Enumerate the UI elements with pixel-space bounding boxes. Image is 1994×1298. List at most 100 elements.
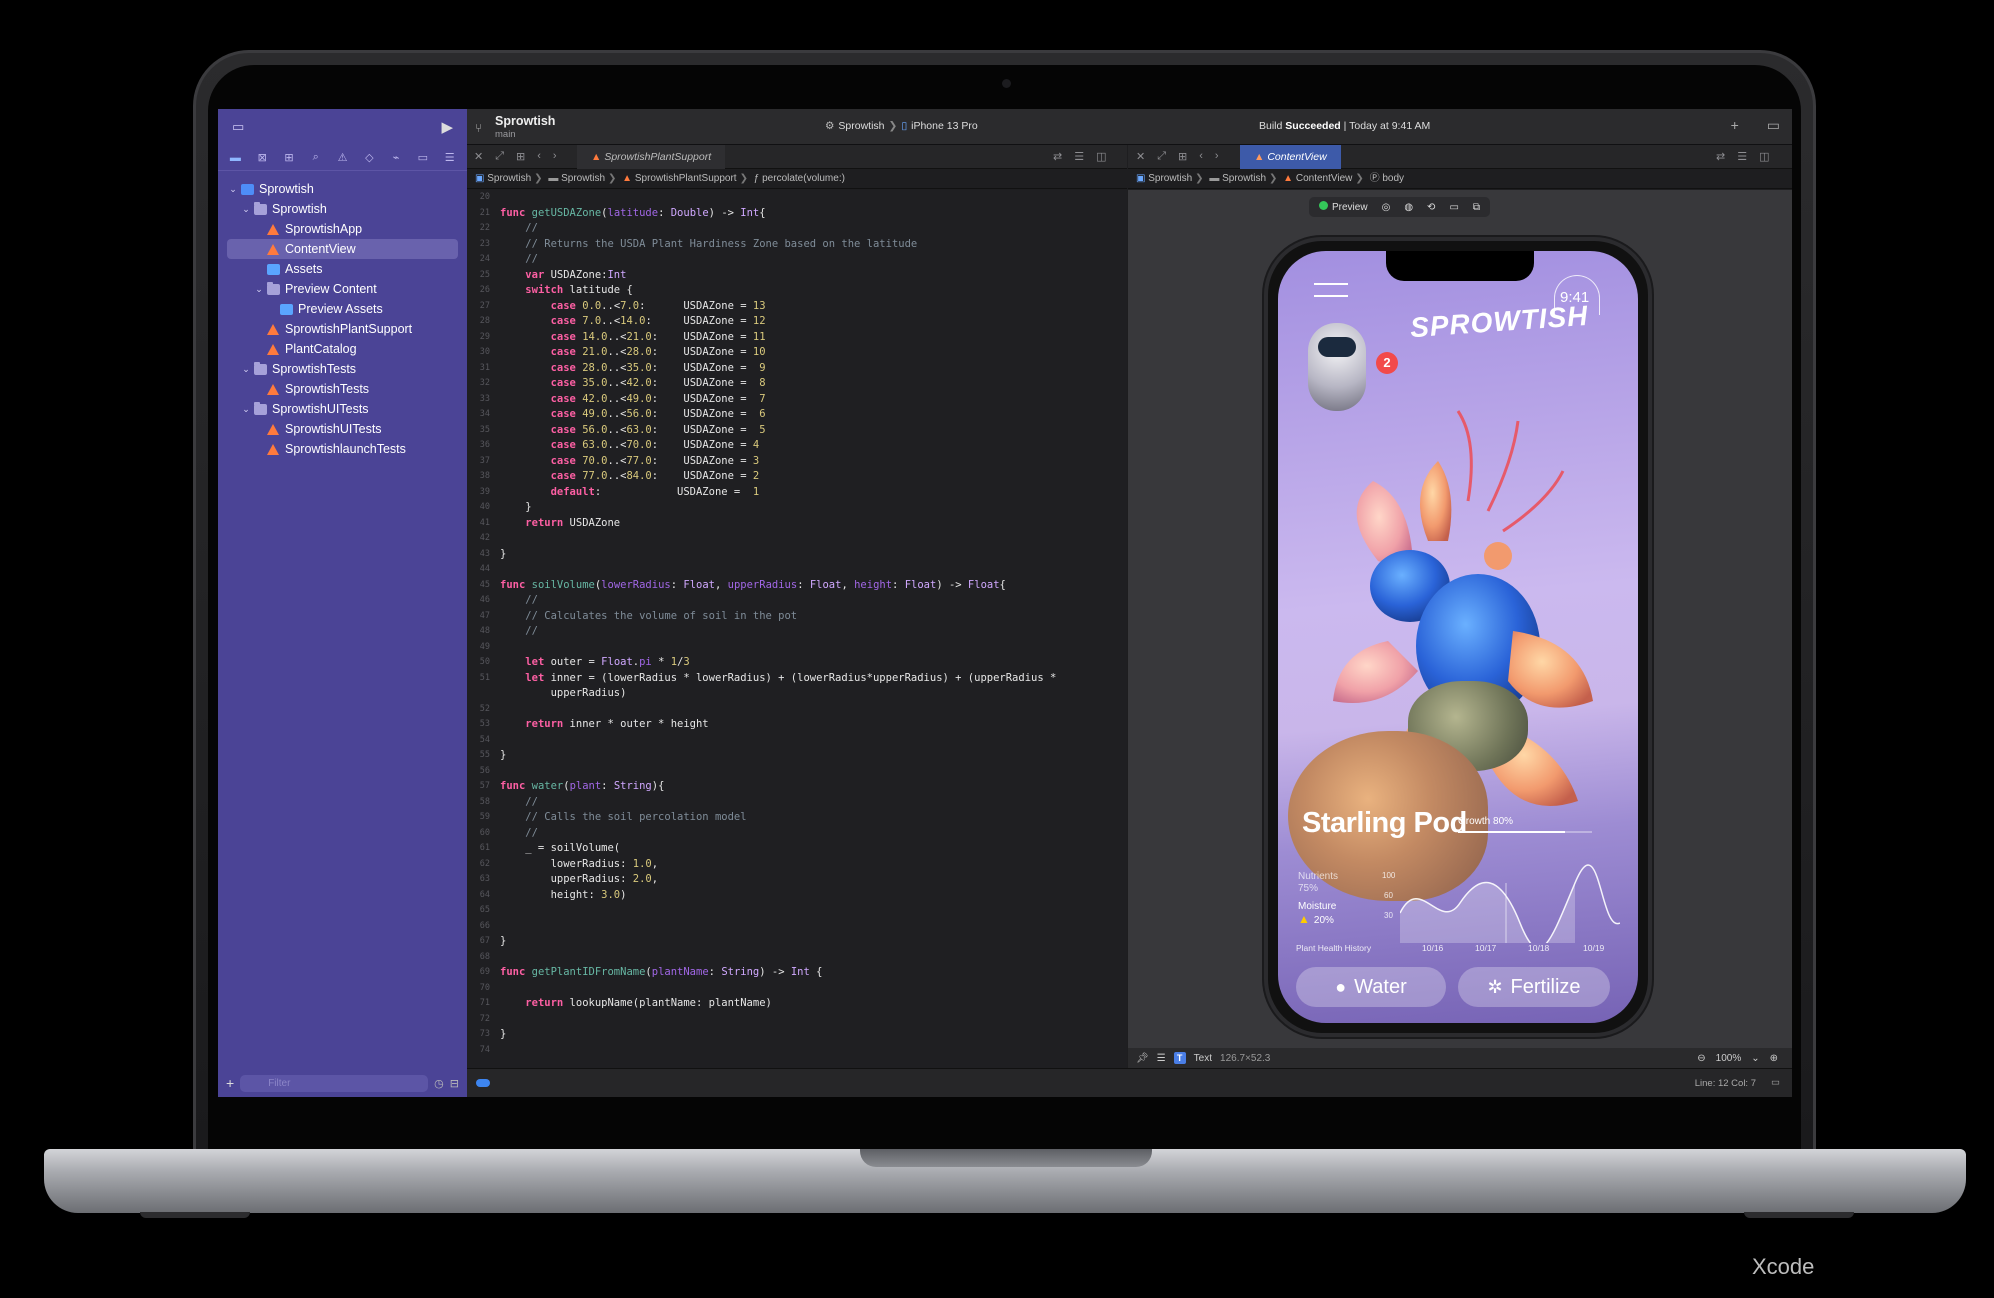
sidebar-item-contentview[interactable]: ContentView [227, 239, 458, 259]
debug-area-icon[interactable]: ▭ [1771, 1077, 1780, 1088]
split-icon[interactable]: ◫ [1096, 150, 1106, 163]
zoom-in-icon[interactable]: ⊕ [1770, 1053, 1778, 1064]
code-line[interactable]: 53 return inner * outer * height [467, 717, 1127, 733]
code-line[interactable]: 56 [467, 764, 1127, 780]
code-jumpbar[interactable]: ▣ Sprowtish ❯ ▬ Sprowtish ❯ ▲ SprowtishPla… [467, 169, 1127, 189]
sidebar-item-plantcatalog[interactable]: PlantCatalog [218, 339, 467, 359]
chevron-down-icon[interactable]: ⌄ [1751, 1053, 1759, 1064]
code-line[interactable]: 25 var USDAZone:Int [467, 268, 1127, 284]
expand-icon[interactable]: ⤢ [495, 150, 504, 163]
code-line[interactable]: 61 _ = soilVolume( [467, 841, 1127, 857]
chevron-down-icon[interactable]: ⌄ [241, 199, 251, 219]
code-line[interactable]: 39 default: USDAZone = 1 [467, 485, 1127, 501]
jump-project[interactable]: Sprowtish [487, 173, 531, 184]
project-title[interactable]: Sprowtish [495, 114, 555, 128]
pin-icon[interactable]: 📌︎ [1136, 1053, 1149, 1064]
variants-icon[interactable]: ◍ [1404, 202, 1413, 213]
code-line[interactable]: 35 case 56.0..<63.0: USDAZone = 5 [467, 423, 1127, 439]
code-line[interactable]: 44 [467, 562, 1127, 578]
jump-folder[interactable]: Sprowtish [1222, 173, 1266, 184]
fertilize-button[interactable]: ✲ Fertilize [1458, 967, 1610, 1007]
hierarchy-icon[interactable]: ☰ [1157, 1053, 1166, 1064]
code-line[interactable]: 43} [467, 547, 1127, 563]
code-line[interactable]: 66 [467, 919, 1127, 935]
code-line[interactable]: 20 [467, 190, 1127, 206]
code-line[interactable]: 58 // [467, 795, 1127, 811]
sidebar-item-sprowtishlaunchtests[interactable]: SprowtishlaunchTests [218, 439, 467, 459]
code-line[interactable]: 21 func getUSDAZone(latitude: Double) -> … [467, 206, 1127, 222]
report-icon[interactable]: ☰ [441, 151, 458, 165]
sidebar-item-sprowtish[interactable]: ⌄ Sprowtish [218, 179, 467, 199]
sidebar-item-sprowtishuitests[interactable]: ⌄ SprowtishUITests [218, 399, 467, 419]
filter-input[interactable]: Filter [240, 1074, 429, 1092]
code-line[interactable]: 40 } [467, 500, 1127, 516]
jump-symbol[interactable]: body [1382, 173, 1404, 184]
code-line[interactable]: 33 case 42.0..<49.0: USDAZone = 7 [467, 392, 1127, 408]
sidebar-item-sprowtish[interactable]: ⌄ Sprowtish [218, 199, 467, 219]
jump-project[interactable]: Sprowtish [1148, 173, 1192, 184]
menu-icon[interactable] [1314, 283, 1348, 297]
code-line[interactable]: 49 [467, 640, 1127, 656]
forward-icon[interactable]: › [553, 150, 557, 163]
device-settings-icon[interactable]: ▭ [1449, 202, 1458, 213]
code-line[interactable]: 74 [467, 1043, 1127, 1059]
code-line[interactable]: 24 // [467, 252, 1127, 268]
chevron-down-icon[interactable]: ⌄ [254, 279, 264, 299]
sidebar-item-assets[interactable]: Assets [218, 259, 467, 279]
tab-contentview[interactable]: ▲ ContentView [1240, 145, 1341, 169]
selectable-mode-icon[interactable]: ◎ [1382, 202, 1391, 213]
scheme-selector[interactable]: ⚙ Sprowtish ❯ ▯ iPhone 13 Pro [825, 120, 978, 132]
jump-symbol[interactable]: percolate(volume:) [762, 173, 845, 184]
forward-icon[interactable]: › [1215, 150, 1219, 163]
code-line[interactable]: 55} [467, 748, 1127, 764]
code-line[interactable]: 22 // [467, 221, 1127, 237]
chevron-down-icon[interactable]: ⌄ [241, 359, 251, 379]
code-line[interactable]: 72 [467, 1012, 1127, 1028]
source-editor[interactable]: 20 21 func getUSDAZone(latitude: Double) -… [467, 190, 1127, 1068]
code-line[interactable]: 46 // [467, 593, 1127, 609]
sidebar-item-sprowtishuitests[interactable]: SprowtishUITests [218, 419, 467, 439]
code-line[interactable]: 34 case 49.0..<56.0: USDAZone = 6 [467, 407, 1127, 423]
zoom-level[interactable]: 100% [1716, 1053, 1742, 1064]
code-line[interactable]: 50 let outer = Float.pi * 1/3 [467, 655, 1127, 671]
symbol-navigator-icon[interactable]: ⊞ [281, 151, 298, 165]
rotate-icon[interactable]: ⟲ [1427, 202, 1435, 213]
code-line[interactable]: 57 func water(plant: String){ [467, 779, 1127, 795]
water-button[interactable]: ● Water [1296, 967, 1446, 1007]
search-icon[interactable]: ⌕ [307, 151, 324, 165]
jump-folder[interactable]: Sprowtish [561, 173, 605, 184]
debug-icon[interactable]: ⌁ [388, 151, 405, 165]
recent-files-icon[interactable]: ◷ [434, 1077, 444, 1090]
code-line[interactable]: 36 case 63.0..<70.0: USDAZone = 4 [467, 438, 1127, 454]
code-line[interactable]: 28 case 7.0..<14.0: USDAZone = 12 [467, 314, 1127, 330]
sidebar-item-sprowtishapp[interactable]: SprowtishApp [218, 219, 467, 239]
jump-file[interactable]: SprowtishPlantSupport [635, 173, 737, 184]
code-line[interactable]: 69 func getPlantIDFromName(plantName: Str… [467, 965, 1127, 981]
grid-icon[interactable]: ⊞ [516, 150, 525, 163]
back-icon[interactable]: ‹ [1199, 150, 1203, 163]
code-line[interactable]: 63 upperRadius: 2.0, [467, 872, 1127, 888]
split-icon[interactable]: ◫ [1759, 150, 1769, 163]
back-icon[interactable]: ‹ [537, 150, 541, 163]
code-line[interactable]: 37 case 70.0..<77.0: USDAZone = 3 [467, 454, 1127, 470]
code-line[interactable]: 65 [467, 903, 1127, 919]
sidebar-item-preview assets[interactable]: Preview Assets [218, 299, 467, 319]
robot-avatar[interactable] [1308, 323, 1366, 411]
code-line[interactable]: 42 [467, 531, 1127, 547]
close-icon[interactable]: ✕ [474, 150, 483, 163]
code-line[interactable]: 30 case 21.0..<28.0: USDAZone = 10 [467, 345, 1127, 361]
code-line[interactable]: 29 case 14.0..<21.0: USDAZone = 11 [467, 330, 1127, 346]
code-line[interactable]: 45 func soilVolume(lowerRadius: Float, up… [467, 578, 1127, 594]
list-icon[interactable]: ☰ [1074, 150, 1084, 163]
code-line[interactable]: 48 // [467, 624, 1127, 640]
code-line[interactable]: 51 let inner = (lowerRadius * lowerRadiu… [467, 671, 1127, 687]
debug-area-toggle[interactable] [476, 1079, 490, 1087]
preview-canvas[interactable]: Preview ◎ ◍ ⟲ ▭ ⧉ SPROWTISH 9:41 2 Starl… [1128, 190, 1792, 1048]
code-line[interactable]: 71 return lookupName(plantName: plantNam… [467, 996, 1127, 1012]
code-line[interactable]: 47 // Calculates the volume of soil in t… [467, 609, 1127, 625]
code-line[interactable]: 54 [467, 733, 1127, 749]
chevron-down-icon[interactable]: ⌄ [228, 179, 238, 199]
code-line[interactable]: upperRadius) [467, 686, 1127, 702]
sidebar-item-preview content[interactable]: ⌄ Preview Content [218, 279, 467, 299]
code-line[interactable]: 60 // [467, 826, 1127, 842]
